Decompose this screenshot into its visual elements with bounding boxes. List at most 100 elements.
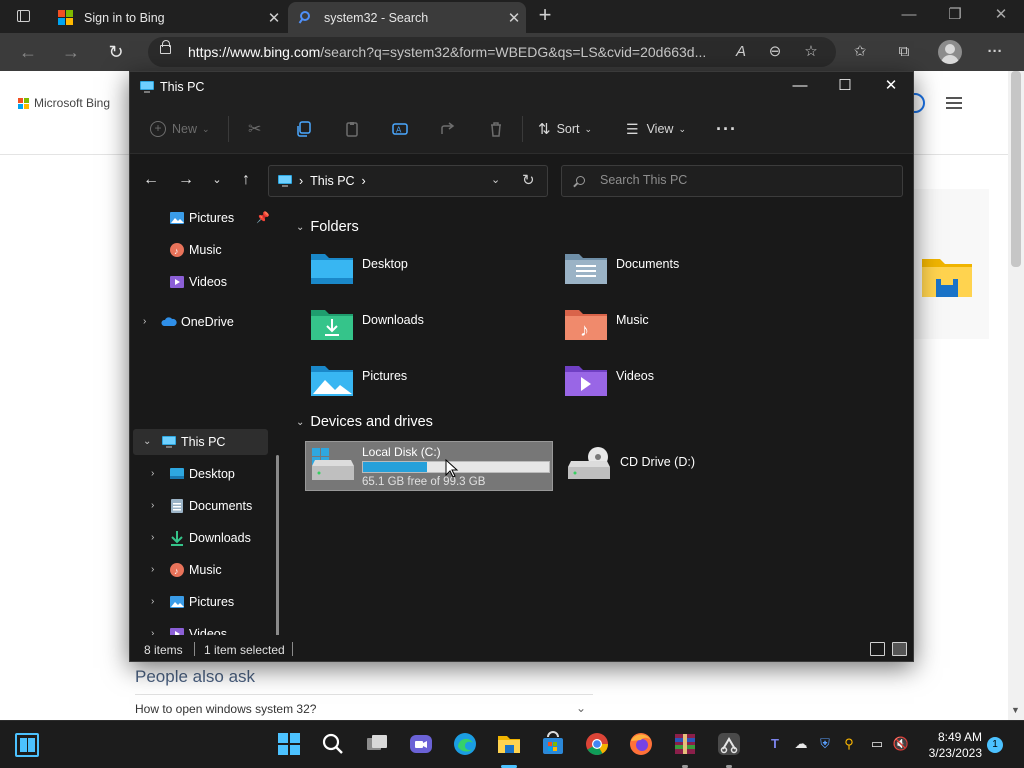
browser-restore-button[interactable]: ❐	[932, 0, 978, 33]
clock[interactable]: 8:49 AM 3/23/2023	[914, 729, 982, 761]
search-tray-icon[interactable]: ⚲	[840, 736, 858, 754]
refresh-icon[interactable]: ↻	[522, 171, 535, 189]
collections-icon[interactable]: ⧉	[893, 42, 915, 64]
recent-locations-icon[interactable]: ⌄	[206, 169, 228, 191]
drive-local-disk-c[interactable]: Local Disk (C:) 65.1 GB free of 99.3 GB	[305, 441, 553, 491]
breadcrumb-this-pc[interactable]: This PC	[310, 174, 354, 188]
start-windows-icon[interactable]	[276, 731, 302, 757]
sidebar-item-music[interactable]: › ♪ Music	[133, 557, 268, 583]
search-icon[interactable]	[320, 731, 346, 757]
file-explorer-icon[interactable]	[496, 731, 522, 757]
tab-actions-button[interactable]	[8, 4, 38, 28]
chevron-right-icon[interactable]: ›	[143, 316, 146, 327]
chevron-right-icon[interactable]: ›	[151, 564, 154, 575]
close-button[interactable]: ✕	[868, 72, 914, 102]
chrome-icon[interactable]	[584, 731, 610, 757]
sidebar-item-pictures[interactable]: Pictures 📌	[133, 205, 270, 231]
security-tray-icon[interactable]: ⛨	[816, 736, 834, 754]
sidebar-item-pictures[interactable]: › Pictures	[133, 589, 268, 615]
zoom-icon[interactable]: ⊖	[764, 42, 786, 64]
volume-muted-icon[interactable]: 🔇	[892, 736, 910, 754]
forward-arrow-icon[interactable]: →	[175, 169, 197, 191]
forward-button[interactable]: →	[56, 38, 86, 66]
read-aloud-icon[interactable]: A	[730, 42, 752, 64]
refresh-button[interactable]: ↻	[101, 38, 131, 66]
sidebar-item-this-pc[interactable]: ⌄ This PC	[133, 429, 268, 455]
copy-icon[interactable]	[296, 118, 312, 140]
address-breadcrumb[interactable]: › This PC › ⌄ ↻	[268, 165, 548, 197]
large-icons-view-icon[interactable]	[892, 642, 907, 656]
back-arrow-icon[interactable]: ←	[140, 169, 162, 191]
search-box[interactable]	[561, 165, 903, 197]
settings-more-icon[interactable]: ···	[984, 42, 1006, 64]
folders-group-header[interactable]: ⌄ Folders	[296, 219, 359, 235]
teams-chat-icon[interactable]	[408, 731, 434, 757]
browser-minimize-button[interactable]: —	[886, 0, 932, 33]
view-button[interactable]: ☰ View ⌄	[626, 118, 686, 140]
sidebar-item-onedrive[interactable]: › OneDrive	[133, 309, 268, 335]
tab-sign-in-bing[interactable]: Sign in to Bing ✕	[48, 2, 286, 33]
widgets-icon[interactable]	[15, 733, 39, 757]
bing-logo[interactable]: Microsoft Bing	[18, 96, 110, 110]
chevron-right-icon[interactable]: ›	[151, 532, 154, 543]
scroll-down-icon[interactable]: ▼	[1011, 705, 1020, 715]
close-tab-icon[interactable]: ✕	[262, 9, 286, 27]
up-arrow-icon[interactable]: ↑	[235, 169, 257, 191]
folder-item[interactable]: ♪ Music	[564, 307, 804, 351]
rename-icon[interactable]: A	[392, 118, 408, 140]
firefox-icon[interactable]	[628, 731, 654, 757]
onedrive-tray-icon[interactable]: ☁	[792, 736, 810, 754]
chevron-right-icon[interactable]: ›	[151, 596, 154, 607]
add-favorite-icon[interactable]: ☆	[800, 42, 822, 64]
folder-item[interactable]: Downloads	[310, 307, 550, 351]
search-input[interactable]	[600, 173, 890, 187]
edge-icon[interactable]	[452, 731, 478, 757]
profile-avatar[interactable]	[938, 40, 962, 64]
maximize-button[interactable]: ☐	[822, 72, 868, 102]
winrar-icon[interactable]	[672, 731, 698, 757]
network-icon[interactable]: ▭	[868, 736, 886, 754]
see-more-icon[interactable]: ···	[716, 118, 737, 140]
hamburger-menu-icon[interactable]	[946, 97, 962, 112]
paste-icon[interactable]	[344, 118, 360, 140]
new-tab-button[interactable]: +	[534, 3, 556, 29]
tab-system32-search[interactable]: system32 - Search ✕	[288, 2, 526, 33]
task-view-icon[interactable]	[364, 731, 390, 757]
folder-item[interactable]: Videos	[564, 363, 804, 407]
teams-tray-icon[interactable]: T	[766, 736, 784, 754]
snipping-tool-icon[interactable]	[716, 731, 742, 757]
close-tab-icon[interactable]: ✕	[502, 9, 526, 27]
details-view-icon[interactable]	[870, 642, 885, 656]
share-icon[interactable]	[440, 118, 456, 140]
delete-icon[interactable]	[488, 118, 504, 140]
question-item[interactable]: How to open windows system 32?	[135, 702, 316, 716]
chevron-down-icon[interactable]: ⌄	[143, 436, 151, 447]
new-button[interactable]: + New ⌄	[150, 118, 210, 140]
chevron-right-icon[interactable]: ›	[151, 500, 154, 511]
sidebar-scrollbar[interactable]	[276, 455, 279, 635]
notification-badge[interactable]: 1	[987, 737, 1003, 753]
minimize-button[interactable]: —	[777, 72, 823, 102]
drive-cd-d[interactable]: CD Drive (D:)	[564, 441, 764, 491]
sidebar-item-music[interactable]: ♪ Music	[133, 237, 268, 263]
address-bar[interactable]: https://www.bing.com/search?q=system32&f…	[148, 37, 836, 67]
folder-item[interactable]: Desktop	[310, 251, 550, 295]
browser-close-button[interactable]: ✕	[978, 0, 1024, 33]
back-button[interactable]: ←	[13, 38, 43, 66]
chevron-right-icon[interactable]: ›	[151, 628, 154, 635]
sidebar-item-documents[interactable]: › Documents	[133, 493, 268, 519]
chevron-down-icon[interactable]: ⌄	[576, 701, 586, 715]
chevron-down-icon[interactable]: ⌄	[491, 173, 500, 186]
devices-group-header[interactable]: ⌄ Devices and drives	[296, 414, 433, 430]
sort-button[interactable]: ⇅ Sort ⌄	[538, 118, 592, 140]
favorites-icon[interactable]: ✩	[849, 42, 871, 64]
scroll-thumb[interactable]	[1011, 71, 1021, 267]
microsoft-store-icon[interactable]	[540, 731, 566, 757]
sidebar-item-downloads[interactable]: › Downloads	[133, 525, 268, 551]
cut-icon[interactable]: ✂	[248, 118, 261, 140]
page-scrollbar[interactable]: ▲ ▼	[1008, 71, 1024, 720]
folder-item[interactable]: Documents	[564, 251, 804, 295]
folder-item[interactable]: Pictures	[310, 363, 550, 407]
sidebar-item-desktop[interactable]: › Desktop	[133, 461, 268, 487]
sidebar-item-videos[interactable]: Videos	[133, 269, 268, 295]
